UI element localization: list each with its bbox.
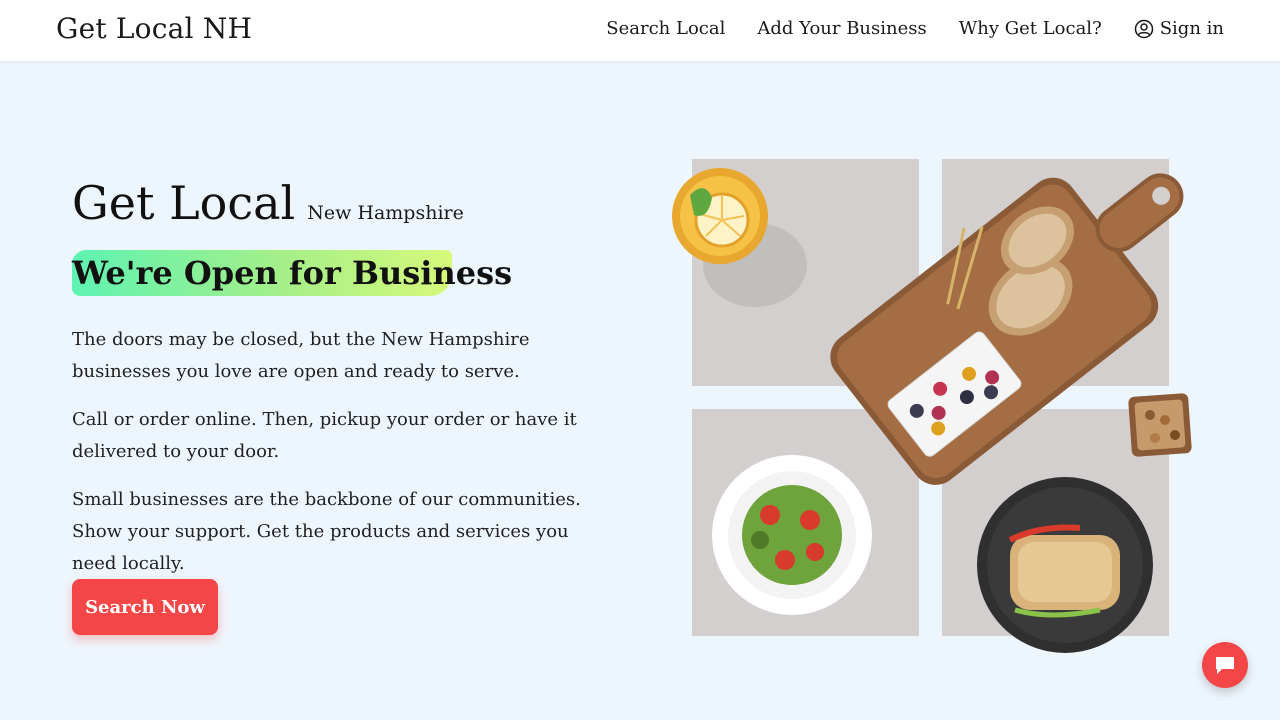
- user-circle-icon: [1134, 19, 1153, 38]
- chat-button[interactable]: [1202, 642, 1248, 688]
- nav-label: Why Get Local?: [958, 18, 1102, 39]
- nav-label: Search Local: [606, 18, 726, 39]
- hero-paragraph: The doors may be closed, but the New Ham…: [72, 329, 530, 382]
- brand-logo[interactable]: Get Local NH: [56, 12, 252, 45]
- salad-plate: [712, 455, 872, 615]
- main-nav: Search Local Add Your Business Why Get L…: [606, 18, 1224, 39]
- hero-title-region: New Hampshire: [307, 202, 464, 224]
- nav-add-business[interactable]: Add Your Business: [757, 18, 926, 39]
- nav-label: Add Your Business: [757, 18, 927, 39]
- food-art: [672, 168, 1192, 653]
- tagline: We're Open for Business: [72, 254, 513, 292]
- hero-paragraph: Call or order online. Then, pickup your …: [72, 409, 577, 462]
- chat-icon: [1216, 657, 1234, 674]
- site-header: Get Local NH Search Local Add Your Busin…: [0, 0, 1280, 61]
- nav-label: Sign in: [1159, 18, 1224, 39]
- food-illustration: [660, 140, 1220, 680]
- hero-title: Get Local New Hampshire: [72, 176, 464, 230]
- search-now-button[interactable]: Search Now: [72, 579, 218, 635]
- sandwich-plate: [977, 477, 1153, 653]
- hero-paragraph: Small businesses are the backbone of our…: [72, 489, 581, 574]
- nav-sign-in[interactable]: Sign in: [1134, 18, 1224, 39]
- hero-copy: The doors may be closed, but the New Ham…: [72, 324, 602, 596]
- nuts-bowl: [1128, 393, 1192, 457]
- nav-why-get-local[interactable]: Why Get Local?: [959, 18, 1102, 39]
- tagline-highlight: We're Open for Business: [72, 250, 512, 296]
- nav-search-local[interactable]: Search Local: [606, 18, 725, 39]
- hero-title-main: Get Local: [72, 176, 296, 230]
- lemon-drink: [672, 168, 807, 307]
